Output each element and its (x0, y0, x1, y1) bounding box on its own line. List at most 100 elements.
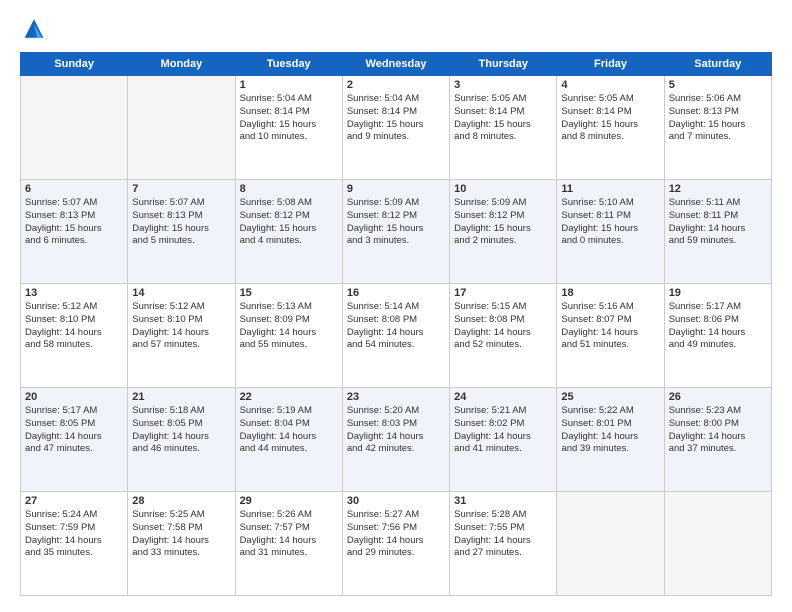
cell-info-line: and 46 minutes. (132, 443, 230, 456)
cell-info-line: Sunset: 8:08 PM (347, 314, 445, 327)
cell-info-line: Sunset: 8:12 PM (347, 210, 445, 223)
calendar-cell: 24Sunrise: 5:21 AMSunset: 8:02 PMDayligh… (450, 388, 557, 492)
calendar-cell: 28Sunrise: 5:25 AMSunset: 7:58 PMDayligh… (128, 492, 235, 596)
cell-info-line: Daylight: 15 hours (561, 119, 659, 132)
day-number: 24 (454, 391, 552, 403)
cell-info-line: Daylight: 15 hours (347, 223, 445, 236)
cell-info-line: Sunset: 7:55 PM (454, 522, 552, 535)
cell-info-line: and 58 minutes. (25, 339, 123, 352)
cell-info-line: Sunrise: 5:17 AM (25, 405, 123, 418)
header (20, 16, 772, 44)
cell-info-line: Daylight: 14 hours (669, 327, 767, 340)
cell-info-line: Sunset: 8:09 PM (240, 314, 338, 327)
cell-info-line: Sunrise: 5:09 AM (347, 197, 445, 210)
cell-info-line: Daylight: 15 hours (561, 223, 659, 236)
cell-info-line: and 33 minutes. (132, 547, 230, 560)
cell-info-line: and 8 minutes. (454, 131, 552, 144)
cell-info-line: and 6 minutes. (25, 235, 123, 248)
cell-info-line: Sunrise: 5:19 AM (240, 405, 338, 418)
cell-info-line: Sunrise: 5:04 AM (240, 93, 338, 106)
cell-info-line: and 59 minutes. (669, 235, 767, 248)
cell-info-line: Daylight: 14 hours (669, 223, 767, 236)
calendar-cell (557, 492, 664, 596)
calendar-cell: 23Sunrise: 5:20 AMSunset: 8:03 PMDayligh… (342, 388, 449, 492)
cell-info-line: Sunset: 8:07 PM (561, 314, 659, 327)
day-number: 31 (454, 495, 552, 507)
calendar-cell: 21Sunrise: 5:18 AMSunset: 8:05 PMDayligh… (128, 388, 235, 492)
cell-info-line: Sunrise: 5:09 AM (454, 197, 552, 210)
calendar-cell: 13Sunrise: 5:12 AMSunset: 8:10 PMDayligh… (21, 284, 128, 388)
cell-info-line: and 57 minutes. (132, 339, 230, 352)
day-number: 23 (347, 391, 445, 403)
cell-info-line: Sunrise: 5:23 AM (669, 405, 767, 418)
cell-info-line: and 44 minutes. (240, 443, 338, 456)
calendar-cell: 20Sunrise: 5:17 AMSunset: 8:05 PMDayligh… (21, 388, 128, 492)
cell-info-line: Sunrise: 5:12 AM (25, 301, 123, 314)
calendar-cell: 31 Sunrise: 5:28 AMSunset: 7:55 PMDayligh… (450, 492, 557, 596)
cell-info-line: Daylight: 14 hours (132, 327, 230, 340)
cell-info-line: and 35 minutes. (25, 547, 123, 560)
cell-info-line: and 9 minutes. (347, 131, 445, 144)
cell-info-line: Daylight: 14 hours (454, 535, 552, 548)
cell-info-line: Sunrise: 5:06 AM (669, 93, 767, 106)
day-number: 3 (454, 79, 552, 91)
cell-info-line: and 37 minutes. (669, 443, 767, 456)
cell-info-line: Daylight: 15 hours (347, 119, 445, 132)
cell-info-line: Sunset: 7:58 PM (132, 522, 230, 535)
cell-info-line: and 7 minutes. (669, 131, 767, 144)
cell-info-line: and 3 minutes. (347, 235, 445, 248)
cell-info-line: Sunrise: 5:28 AM (454, 509, 552, 522)
cell-info-line: Sunset: 8:06 PM (669, 314, 767, 327)
day-number: 26 (669, 391, 767, 403)
cell-info-line: Sunset: 7:56 PM (347, 522, 445, 535)
day-number: 29 (240, 495, 338, 507)
cell-info-line: Sunrise: 5:24 AM (25, 509, 123, 522)
cell-info-line: Sunrise: 5:12 AM (132, 301, 230, 314)
day-number: 18 (561, 287, 659, 299)
cell-info-line: Sunset: 8:08 PM (454, 314, 552, 327)
day-number: 15 (240, 287, 338, 299)
day-number: 16 (347, 287, 445, 299)
cell-info-line: and 49 minutes. (669, 339, 767, 352)
cell-info-line: Sunrise: 5:14 AM (347, 301, 445, 314)
cell-info-line: Sunset: 8:11 PM (669, 210, 767, 223)
calendar-cell: 29Sunrise: 5:26 AMSunset: 7:57 PMDayligh… (235, 492, 342, 596)
cell-info-line: Sunrise: 5:22 AM (561, 405, 659, 418)
cell-info-line: Daylight: 15 hours (669, 119, 767, 132)
cell-info-line: Daylight: 15 hours (454, 119, 552, 132)
cell-info-line: and 31 minutes. (240, 547, 338, 560)
cell-info-line: Sunset: 8:13 PM (25, 210, 123, 223)
calendar-cell: 22Sunrise: 5:19 AMSunset: 8:04 PMDayligh… (235, 388, 342, 492)
cell-info-line: Daylight: 14 hours (25, 431, 123, 444)
cell-info-line: Sunrise: 5:07 AM (25, 197, 123, 210)
cell-info-line: Daylight: 15 hours (454, 223, 552, 236)
column-header-saturday: Saturday (664, 53, 771, 76)
cell-info-line: Sunset: 8:14 PM (347, 106, 445, 119)
cell-info-line: and 52 minutes. (454, 339, 552, 352)
cell-info-line: Sunset: 8:12 PM (454, 210, 552, 223)
day-number: 21 (132, 391, 230, 403)
cell-info-line: Sunrise: 5:26 AM (240, 509, 338, 522)
cell-info-line: Sunrise: 5:05 AM (454, 93, 552, 106)
cell-info-line: Daylight: 14 hours (669, 431, 767, 444)
cell-info-line: Daylight: 14 hours (25, 535, 123, 548)
day-number: 14 (132, 287, 230, 299)
cell-info-line: Daylight: 14 hours (132, 431, 230, 444)
cell-info-line: Sunset: 8:01 PM (561, 418, 659, 431)
day-number: 13 (25, 287, 123, 299)
cell-info-line: Daylight: 14 hours (561, 327, 659, 340)
column-header-friday: Friday (557, 53, 664, 76)
day-number: 28 (132, 495, 230, 507)
cell-info-line: Daylight: 15 hours (240, 119, 338, 132)
day-number: 10 (454, 183, 552, 195)
cell-info-line: Sunset: 8:12 PM (240, 210, 338, 223)
calendar-cell: 2Sunrise: 5:04 AMSunset: 8:14 PMDaylight… (342, 76, 449, 180)
cell-info-line: Sunrise: 5:17 AM (669, 301, 767, 314)
calendar-week-row: 1Sunrise: 5:04 AMSunset: 8:14 PMDaylight… (21, 76, 772, 180)
column-header-monday: Monday (128, 53, 235, 76)
calendar-cell: 15Sunrise: 5:13 AMSunset: 8:09 PMDayligh… (235, 284, 342, 388)
calendar-cell: 4Sunrise: 5:05 AMSunset: 8:14 PMDaylight… (557, 76, 664, 180)
cell-info-line: Daylight: 14 hours (454, 431, 552, 444)
calendar-cell: 19Sunrise: 5:17 AMSunset: 8:06 PMDayligh… (664, 284, 771, 388)
cell-info-line: Sunset: 8:00 PM (669, 418, 767, 431)
